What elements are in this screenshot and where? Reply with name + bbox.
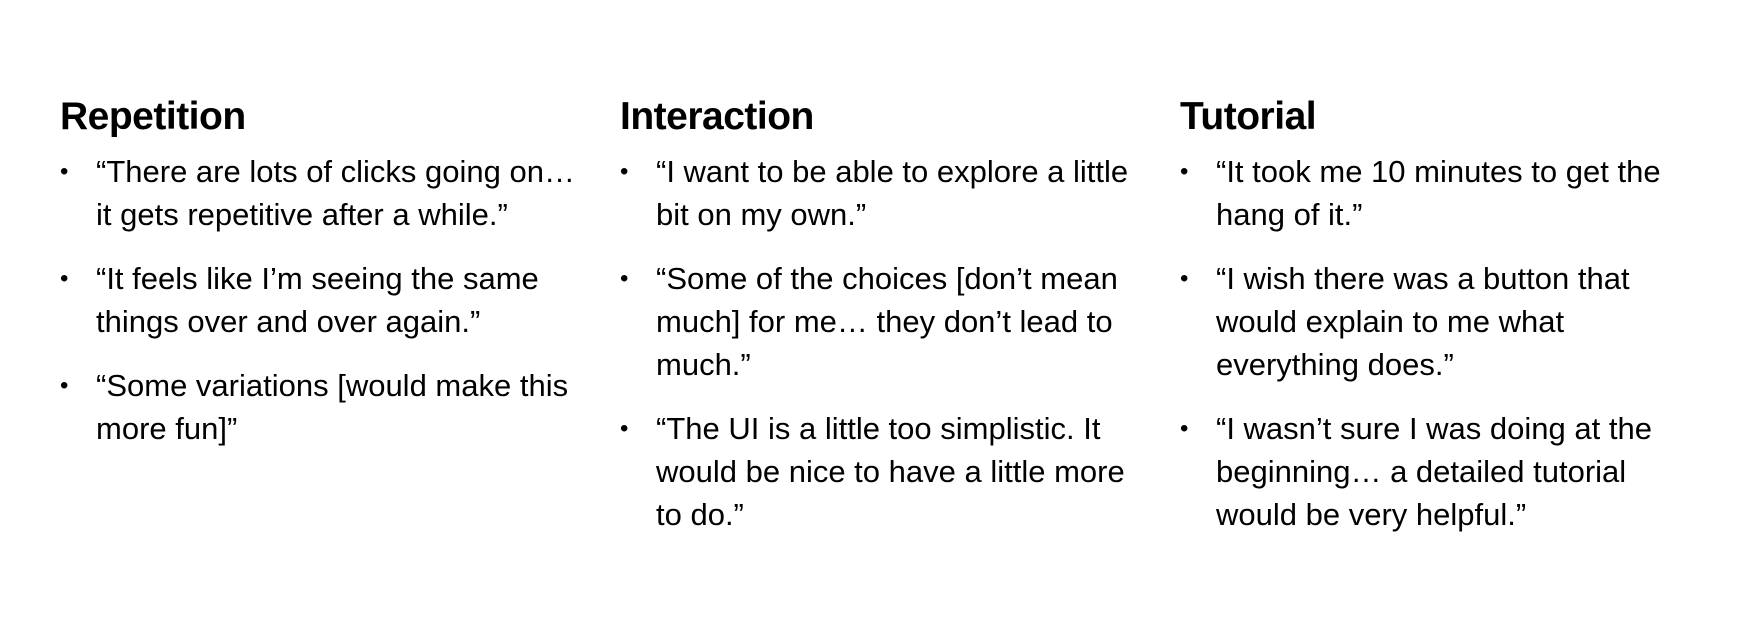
bullet-icon: •	[620, 415, 629, 442]
quote-item: • “Some variations [would make this more…	[60, 364, 586, 450]
bullet-icon: •	[60, 265, 69, 292]
quote-text: “It took me 10 minutes to get the hang o…	[1216, 154, 1661, 232]
quote-text: “Some of the choices [don’t mean much] f…	[656, 261, 1118, 382]
column-interaction: Interaction • “I want to be able to expl…	[620, 92, 1180, 557]
bullet-icon: •	[1180, 158, 1189, 185]
quote-item: • “It took me 10 minutes to get the hang…	[1180, 150, 1700, 236]
column-tutorial: Tutorial • “It took me 10 minutes to get…	[1180, 92, 1700, 557]
quote-item: • “Some of the choices [don’t mean much]…	[620, 257, 1136, 386]
bullet-icon: •	[1180, 415, 1189, 442]
column-heading: Repetition	[60, 95, 246, 138]
quote-text: “I wish there was a button that would ex…	[1216, 261, 1630, 382]
bullet-icon: •	[620, 265, 629, 292]
quote-list: • “There are lots of clicks going on… it…	[60, 150, 620, 450]
quote-item: • “I wish there was a button that would …	[1180, 257, 1700, 386]
quote-list: • “It took me 10 minutes to get the hang…	[1180, 150, 1700, 536]
quote-text: “Some variations [would make this more f…	[96, 368, 569, 446]
bullet-icon: •	[60, 158, 69, 185]
quote-item: • “It feels like I’m seeing the same thi…	[60, 257, 586, 343]
quote-text: “The UI is a little too simplistic. It w…	[656, 411, 1125, 532]
column-repetition: Repetition • “There are lots of clicks g…	[60, 92, 620, 557]
quote-list: • “I want to be able to explore a little…	[620, 150, 1180, 536]
quote-text: “There are lots of clicks going on… it g…	[96, 154, 575, 232]
quote-text: “It feels like I’m seeing the same thing…	[96, 261, 539, 339]
column-heading: Tutorial	[1180, 95, 1317, 138]
feedback-columns: Repetition • “There are lots of clicks g…	[60, 92, 1700, 557]
quote-item: • “The UI is a little too simplistic. It…	[620, 407, 1136, 536]
column-heading: Interaction	[620, 95, 814, 138]
quote-item: • “I want to be able to explore a little…	[620, 150, 1136, 236]
bullet-icon: •	[620, 158, 629, 185]
quote-item: • “There are lots of clicks going on… it…	[60, 150, 586, 236]
bullet-icon: •	[60, 372, 69, 399]
quote-item: • “I wasn’t sure I was doing at the begi…	[1180, 407, 1700, 536]
quote-text: “I wasn’t sure I was doing at the beginn…	[1216, 411, 1652, 532]
bullet-icon: •	[1180, 265, 1189, 292]
quote-text: “I want to be able to explore a little b…	[656, 154, 1129, 232]
